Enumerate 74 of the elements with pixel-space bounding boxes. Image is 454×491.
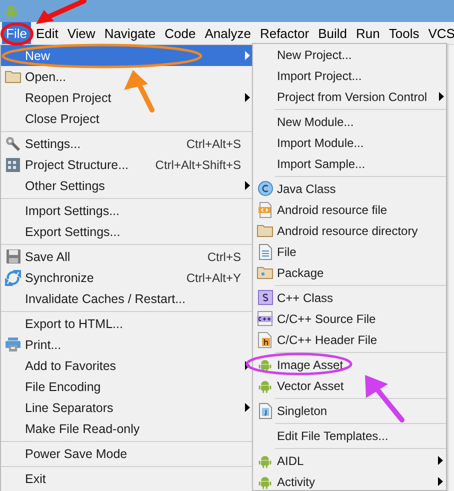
shortcut-label: Ctrl+Alt+Shift+S (155, 158, 241, 172)
menu-item[interactable]: Save All Ctrl+S (1, 246, 253, 267)
shortcut-label: Ctrl+Alt+Y (186, 270, 241, 284)
xml-file-icon (258, 202, 272, 218)
app-logo-icon (4, 4, 18, 18)
annotation-arrow (124, 70, 154, 112)
android-icon (258, 378, 272, 392)
menu-bar-item[interactable]: Tools (384, 22, 424, 44)
source-file-icon (257, 311, 273, 326)
android-icon (258, 474, 272, 488)
menu-item[interactable]: Close Project (1, 108, 253, 129)
menu-item[interactable]: Invalidate Caches / Restart... (1, 288, 253, 309)
menu-item[interactable]: Line Separators (1, 397, 253, 418)
menu-item[interactable]: Settings... Ctrl+Alt+S (1, 133, 253, 154)
menu-item[interactable]: New Project... (253, 44, 446, 65)
menu-bar-item[interactable]: Code (160, 22, 200, 44)
menu-item[interactable]: File Encoding (1, 376, 253, 397)
menu-bar-item[interactable]: VCS (424, 22, 454, 44)
grid-icon (5, 156, 21, 172)
package-folder-icon (257, 266, 273, 279)
menu-item[interactable]: Import Project... (253, 65, 446, 86)
shortcut-label: Ctrl+S (207, 250, 241, 264)
menu-item[interactable]: Import Module... (253, 132, 446, 153)
menu-item[interactable]: Image Asset (253, 354, 446, 375)
menu-bar-item[interactable]: Edit (32, 22, 62, 44)
sync-icon (5, 270, 21, 286)
menu-item[interactable]: Vector Asset (253, 375, 446, 396)
menu-item[interactable]: C/C++ Header File (253, 329, 446, 350)
file-icon (258, 244, 272, 260)
menu-bar-item[interactable]: Navigate (100, 22, 160, 44)
menu-item[interactable]: Print... (1, 334, 253, 355)
menu-bar-item[interactable]: View (63, 22, 100, 44)
menu-item[interactable]: Power Save Mode (1, 443, 253, 464)
menu-item[interactable]: New Module... (253, 111, 446, 132)
menu-item[interactable]: Make File Read-only (1, 418, 253, 439)
folder-icon (5, 70, 21, 83)
menu-item[interactable]: Export Settings... (1, 221, 253, 242)
c-plus-plus-class-icon (258, 290, 272, 305)
android-icon (258, 454, 272, 468)
menu-item[interactable]: Exit (1, 468, 253, 489)
menu-item[interactable]: Project Structure... Ctrl+Alt+Shift+S (1, 154, 253, 175)
menu-bar-item[interactable]: Refactor (256, 22, 314, 44)
menu-item[interactable]: Import Settings... (1, 200, 253, 221)
annotation-arrow (36, 0, 86, 24)
header-file-icon (258, 332, 272, 348)
android-icon (258, 358, 272, 372)
menu-item[interactable]: Singleton (253, 400, 446, 421)
class-icon (258, 181, 272, 196)
menu-bar-item[interactable]: Build (314, 22, 352, 44)
shortcut-label: Ctrl+Alt+S (186, 136, 241, 150)
menu-item[interactable]: Edit File Templates... (253, 425, 446, 446)
printer-icon (5, 337, 21, 352)
menu-bar-item[interactable]: Analyze (200, 22, 255, 44)
menu-item[interactable]: File (253, 241, 446, 262)
menu-item[interactable]: C++ Class (253, 287, 446, 308)
menu-item[interactable]: Activity (253, 471, 446, 491)
menu-item[interactable]: Android resource file (253, 199, 446, 220)
menu-item[interactable]: Add to Favorites (1, 355, 253, 376)
menu-item[interactable]: Other Settings (1, 175, 253, 196)
menu-item[interactable]: Export to HTML... (1, 313, 253, 334)
menu-item[interactable]: Project from Version Control (253, 86, 446, 107)
menu-item[interactable]: Java Class (253, 178, 446, 199)
menu-item[interactable]: Package (253, 262, 446, 283)
menu-item[interactable]: C/C++ Source File (253, 308, 446, 329)
java-file-icon (258, 402, 272, 418)
menu-item[interactable]: Open... (1, 66, 253, 87)
menu-bar-item[interactable]: Run (352, 22, 384, 44)
menu-item[interactable]: Android resource directory (253, 220, 446, 241)
menu-item[interactable]: AIDL (253, 450, 446, 471)
menu-item[interactable]: Synchronize Ctrl+Alt+Y (1, 267, 253, 288)
annotation-arrow (365, 375, 404, 422)
menu-item[interactable]: Reopen Project (1, 87, 253, 108)
folder-icon (257, 224, 273, 237)
menu-item[interactable]: Import Sample... (253, 153, 446, 174)
